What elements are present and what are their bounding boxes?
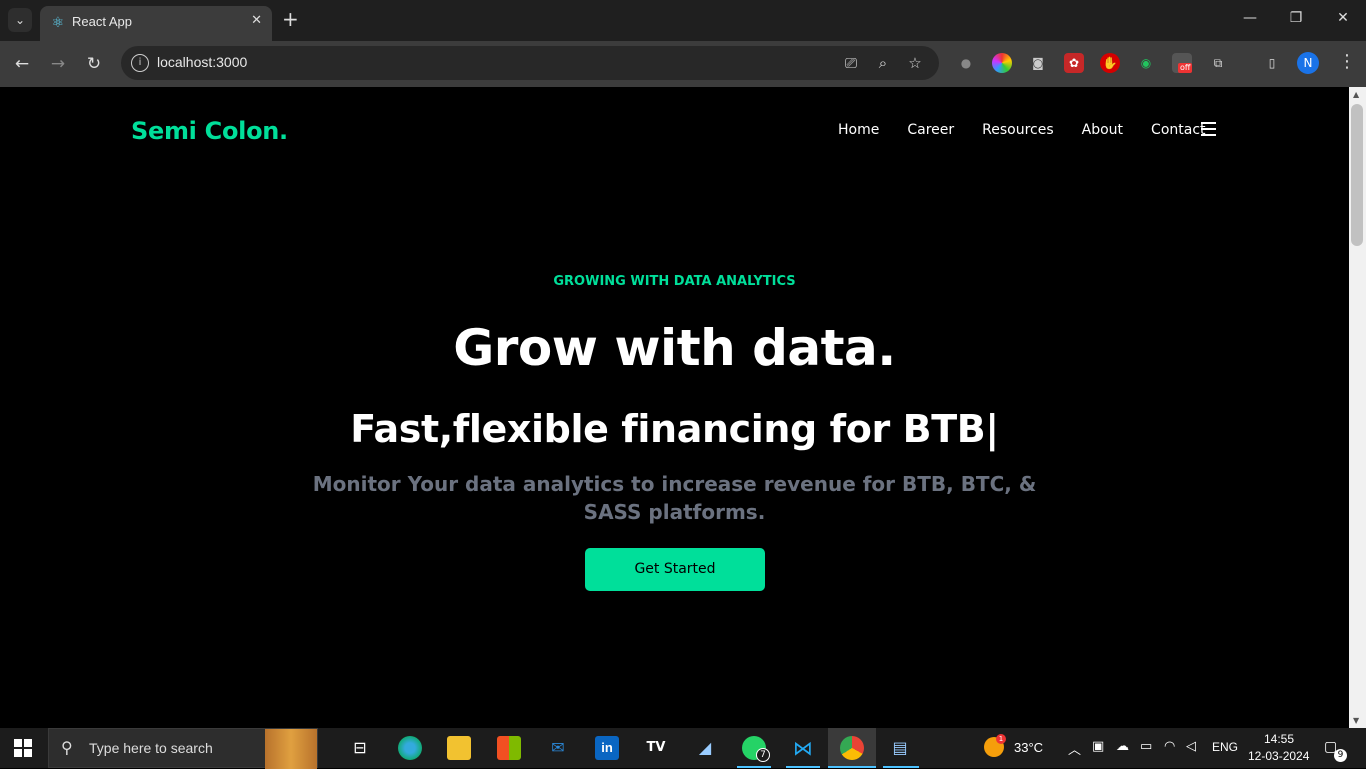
extension-red-icon[interactable]: ✿ (1064, 53, 1084, 73)
page-scrollbar[interactable]: ▲ ▼ (1349, 87, 1366, 728)
get-started-button[interactable]: Get Started (585, 548, 765, 591)
clock-date[interactable]: 12-03-2024 (1248, 749, 1309, 763)
extension-off-icon[interactable]: off (1172, 53, 1193, 73)
hero-typed-text: Fast,flexible financing for BTB| (350, 407, 999, 451)
bookmark-star-icon[interactable]: ☆ (905, 54, 925, 72)
search-icon: ⚲ (61, 738, 73, 757)
scroll-thumb[interactable] (1351, 104, 1363, 246)
nav-contact[interactable]: Contact (1151, 122, 1205, 138)
nav-home[interactable]: Home (838, 122, 879, 138)
extensions-puzzle-icon[interactable]: ⧉ (1208, 53, 1228, 73)
remote-desktop-icon[interactable]: ▤ (888, 736, 912, 760)
laptop-app-icon[interactable]: ◢ (693, 736, 717, 760)
wifi-icon[interactable]: ◠ (1164, 739, 1175, 754)
tray-network-status-icon[interactable]: ☁ (1116, 739, 1129, 754)
hamburger-menu-icon[interactable] (1201, 122, 1216, 140)
linkedin-icon[interactable]: in (595, 736, 619, 760)
install-app-icon[interactable]: ⎚ (841, 54, 861, 72)
site-info-icon[interactable]: i (131, 54, 149, 72)
hero-description: Monitor Your data analytics to increase … (312, 472, 1037, 524)
browser-toolbar: ← → ↻ i localhost:3000 ⎚ ⌕ ☆ ● ◙ ✿ ✋ ◉ o… (0, 41, 1366, 87)
taskbar-search[interactable]: ⚲ Type here to search (48, 728, 318, 769)
taskbar-search-placeholder: Type here to search (89, 740, 213, 756)
close-window-icon[interactable]: ✕ (1333, 10, 1353, 26)
weather-badge: 1 (996, 734, 1006, 744)
vscode-icon[interactable]: ⋈ (791, 736, 815, 760)
battery-icon[interactable]: ▭ (1140, 739, 1152, 754)
language-indicator[interactable]: ENG (1212, 740, 1238, 754)
scroll-up-icon[interactable]: ▲ (1353, 90, 1359, 99)
profile-avatar[interactable]: N (1297, 52, 1319, 74)
url-text[interactable]: localhost:3000 (157, 54, 247, 70)
mail-icon[interactable]: ✉ (546, 736, 570, 760)
task-view-icon[interactable]: ⊟ (348, 736, 372, 760)
search-highlight-image[interactable] (265, 729, 317, 769)
extension-off-badge: off (1178, 63, 1193, 73)
nav-career[interactable]: Career (907, 122, 954, 138)
microsoft-store-icon[interactable] (497, 736, 521, 760)
hero-eyebrow: GROWING WITH DATA ANALYTICS (553, 274, 796, 289)
extension-mouse-icon[interactable]: ● (956, 53, 976, 73)
extension-color-icon[interactable] (992, 53, 1012, 73)
scroll-down-icon[interactable]: ▼ (1353, 716, 1359, 725)
nav-about[interactable]: About (1082, 122, 1123, 138)
tab-search-icon[interactable]: ⌄ (8, 8, 32, 32)
volume-icon[interactable]: ◁ (1186, 739, 1196, 754)
nav-resources[interactable]: Resources (982, 122, 1054, 138)
windows-start-icon[interactable] (14, 739, 32, 757)
tray-meet-icon[interactable]: ▣ (1092, 739, 1104, 754)
web-page: Semi Colon. Home Career Resources About … (0, 87, 1349, 728)
more-menu-icon[interactable]: ⋮ (1338, 51, 1356, 72)
tradingview-icon[interactable]: TV (644, 736, 668, 760)
whatsapp-badge: 7 (756, 748, 770, 762)
extension-camera-icon[interactable]: ◙ (1028, 53, 1048, 73)
restore-icon[interactable]: ❐ (1286, 10, 1306, 26)
notification-count: 9 (1334, 749, 1347, 762)
browser-tab[interactable]: ⚛ React App ✕ (40, 6, 272, 41)
edge-icon[interactable] (398, 736, 422, 760)
side-panel-icon[interactable]: ▯ (1262, 53, 1282, 73)
tab-title: React App (72, 14, 132, 29)
react-icon: ⚛ (51, 15, 65, 31)
extension-eye-icon[interactable]: ◉ (1136, 53, 1156, 73)
chrome-icon[interactable] (840, 736, 864, 760)
reload-icon[interactable]: ↻ (83, 53, 105, 75)
zoom-icon[interactable]: ⌕ (873, 54, 893, 72)
tray-chevron-up-icon[interactable]: ︿ (1068, 739, 1081, 758)
browser-tab-bar: ⌄ ⚛ React App ✕ + — ❐ ✕ (0, 0, 1366, 41)
address-bar[interactable]: i localhost:3000 ⎚ ⌕ ☆ (121, 46, 939, 80)
site-logo[interactable]: Semi Colon. (131, 117, 288, 145)
file-explorer-icon[interactable] (447, 736, 471, 760)
windows-taskbar: ⚲ Type here to search ⊟ ✉ in TV ◢ 7 ⋈ ▤ … (0, 728, 1366, 769)
clock-time[interactable]: 14:55 (1264, 732, 1294, 746)
extension-hand-icon[interactable]: ✋ (1100, 53, 1120, 73)
whatsapp-icon[interactable]: 7 (742, 736, 770, 762)
back-icon[interactable]: ← (11, 53, 33, 75)
minimize-icon[interactable]: — (1240, 10, 1260, 26)
weather-temperature[interactable]: 33°C (1014, 740, 1043, 755)
new-tab-icon[interactable]: + (282, 8, 299, 30)
main-nav: Home Career Resources About Contact (838, 122, 1234, 138)
hero-title: Grow with data. (453, 319, 896, 377)
close-tab-icon[interactable]: ✕ (251, 13, 262, 28)
forward-icon[interactable]: → (47, 53, 69, 75)
